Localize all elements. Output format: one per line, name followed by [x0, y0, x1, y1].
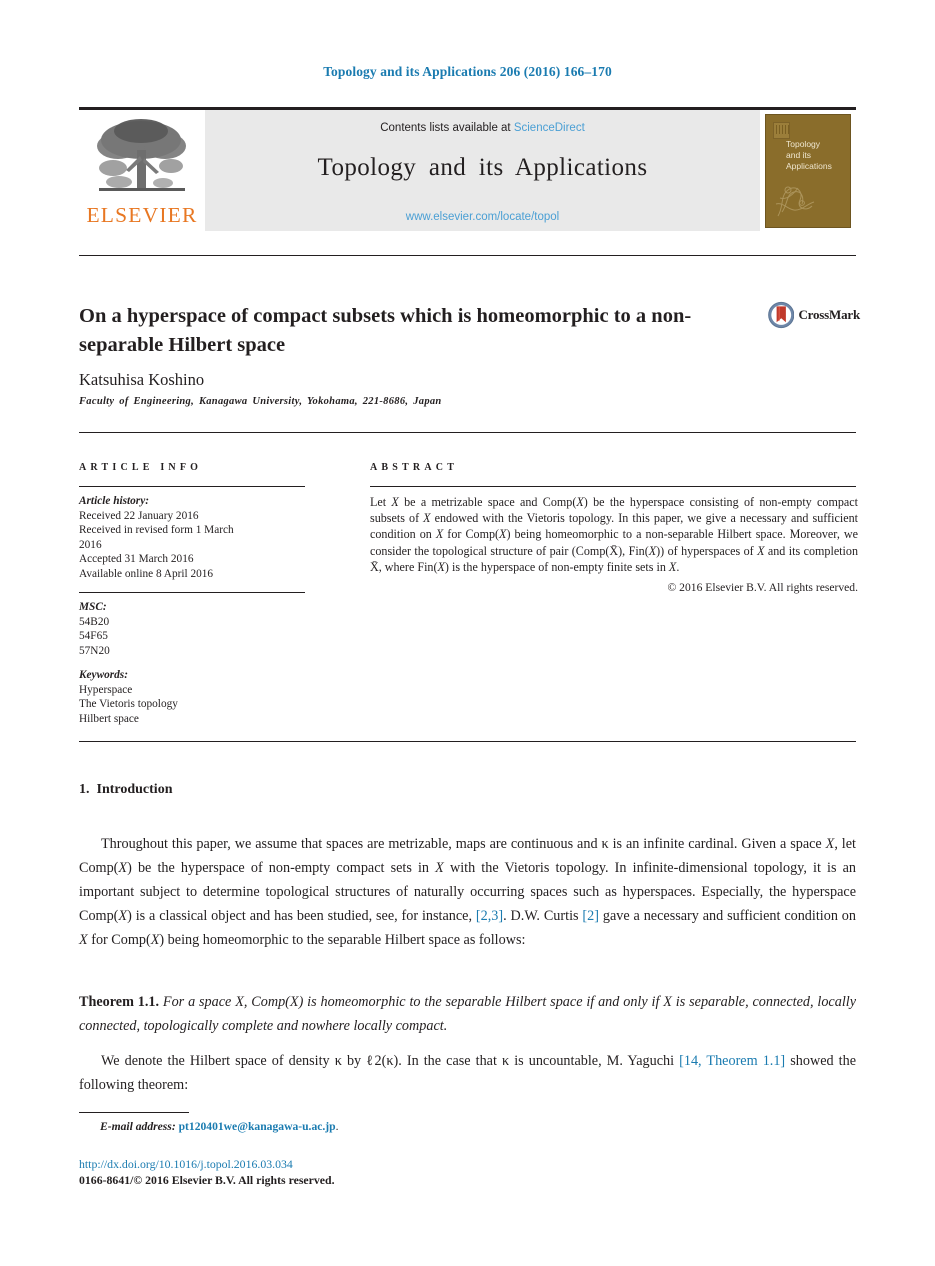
elsevier-wordmark: ELSEVIER	[86, 203, 198, 227]
theorem-text: For a space X, Comp(X) is homeomorphic t…	[79, 994, 857, 1035]
journal-title: Topology and its Applications	[317, 154, 648, 181]
contents-prefix-text: Contents lists available at	[380, 122, 514, 134]
cover-title-text: Topology and its Applications	[786, 139, 845, 172]
msc-code: 57N20	[79, 644, 110, 657]
intro-paragraph-1-text: Throughout this paper, we assume that sp…	[79, 836, 856, 949]
history-item: 2016	[79, 538, 102, 551]
article-info-label: ARTICLE INFO	[79, 462, 203, 473]
keyword-item: Hyperspace	[79, 683, 133, 696]
theorem-1-1: Theorem 1.1. For a space X, Comp(X) is h…	[79, 990, 856, 1038]
issn-copyright-line: 0166-8641/© 2016 Elsevier B.V. All right…	[79, 1173, 335, 1187]
cover-title-line-1: Topology	[786, 138, 821, 149]
page-title: On a hyperspace of compact subsets which…	[79, 304, 692, 356]
crossmark-label: CrossMark	[798, 307, 860, 322]
keyword-item: The Vietoris topology	[79, 698, 178, 711]
footnote-rule	[79, 1112, 189, 1113]
elsevier-tree-logo	[97, 119, 186, 191]
author-name: Katsuhisa Koshino	[79, 370, 205, 389]
elsevier-logo-cell: ELSEVIER	[79, 110, 205, 231]
cover-artwork-icon	[775, 186, 815, 216]
crossmark-badge[interactable]: CrossMark	[768, 297, 860, 333]
history-item: Available online 8 April 2016	[79, 567, 214, 580]
cover-title-line-3: Applications	[786, 160, 832, 171]
intro-paragraph-2-text: We denote the Hilbert space of density κ…	[79, 1053, 856, 1094]
msc-code: 54F65	[79, 630, 108, 643]
abstract-copyright: © 2016 Elsevier B.V. All rights reserved…	[667, 581, 858, 595]
msc-code: 54B20	[79, 615, 110, 628]
cover-elsevier-logo-icon	[773, 121, 790, 139]
cover-title-line-2: and its	[786, 149, 812, 160]
keyword-item: Hilbert space	[79, 712, 139, 725]
crossmark-icon	[768, 301, 795, 329]
keywords-heading: Keywords:	[79, 669, 128, 681]
author-affiliation: Faculty of Engineering, Kanagawa Univers…	[79, 396, 442, 407]
section-title: Introduction	[96, 782, 173, 797]
history-item: Received in revised form 1 March	[79, 524, 234, 537]
article-history-block: Article history: Received 22 January 201…	[79, 494, 311, 582]
citation-link[interactable]: [2,3]	[476, 908, 503, 924]
email-link[interactable]: pt120401we@kanagawa-u.ac.jp	[179, 1120, 336, 1133]
citation-link[interactable]: [14, Theorem 1.1]	[679, 1053, 785, 1069]
journal-masthead: ELSEVIER Contents lists available at Sci…	[79, 107, 856, 231]
article-info-rule	[79, 486, 305, 487]
journal-cover-cell: Topology and its Applications	[760, 110, 856, 231]
title-divider	[79, 255, 856, 256]
email-period: .	[335, 1120, 339, 1133]
section-number: 1.	[79, 782, 90, 797]
running-head: Topology and its Applications 206 (2016)…	[323, 64, 612, 79]
journal-cover-thumbnail: Topology and its Applications	[765, 113, 851, 228]
msc-heading: MSC:	[79, 601, 107, 613]
info-abstract-bottom-rule	[79, 741, 856, 742]
doi-link[interactable]: http://dx.doi.org/10.1016/j.topol.2016.0…	[79, 1157, 293, 1172]
email-footnote: E-mail address: pt120401we@kanagawa-u.ac…	[100, 1120, 339, 1133]
masthead-center: Contents lists available at ScienceDirec…	[205, 110, 760, 231]
intro-paragraph-1: Throughout this paper, we assume that sp…	[79, 832, 856, 952]
abstract-block: Let X be a metrizable space and Comp(X) …	[370, 494, 858, 596]
abstract-rule	[370, 486, 856, 487]
msc-block: MSC: 54B20 54F65 57N20	[79, 600, 311, 658]
intro-paragraph-2: We denote the Hilbert space of density κ…	[79, 1049, 856, 1097]
abstract-text: Let X be a metrizable space and Comp(X) …	[370, 495, 859, 574]
article-history-heading: Article history:	[79, 495, 149, 507]
keywords-block: Keywords: Hyperspace The Vietoris topolo…	[79, 668, 311, 726]
contents-available-line: Contents lists available at ScienceDirec…	[380, 122, 585, 134]
section-heading-introduction: 1. Introduction	[79, 782, 172, 798]
info-abstract-top-rule	[79, 432, 856, 433]
abstract-label: ABSTRACT	[370, 462, 459, 473]
history-item: Accepted 31 March 2016	[79, 553, 194, 566]
msc-rule	[79, 592, 305, 593]
journal-article-page: Topology and its Applications 206 (2016)…	[0, 0, 935, 1266]
theorem-label: Theorem 1.1.	[79, 994, 160, 1011]
email-label: E-mail address:	[100, 1120, 176, 1133]
citation-link[interactable]: [2]	[582, 908, 599, 924]
journal-homepage-link[interactable]: www.elsevier.com/locate/topol	[205, 211, 760, 223]
sciencedirect-link[interactable]: ScienceDirect	[514, 122, 585, 134]
history-item: Received 22 January 2016	[79, 509, 199, 522]
